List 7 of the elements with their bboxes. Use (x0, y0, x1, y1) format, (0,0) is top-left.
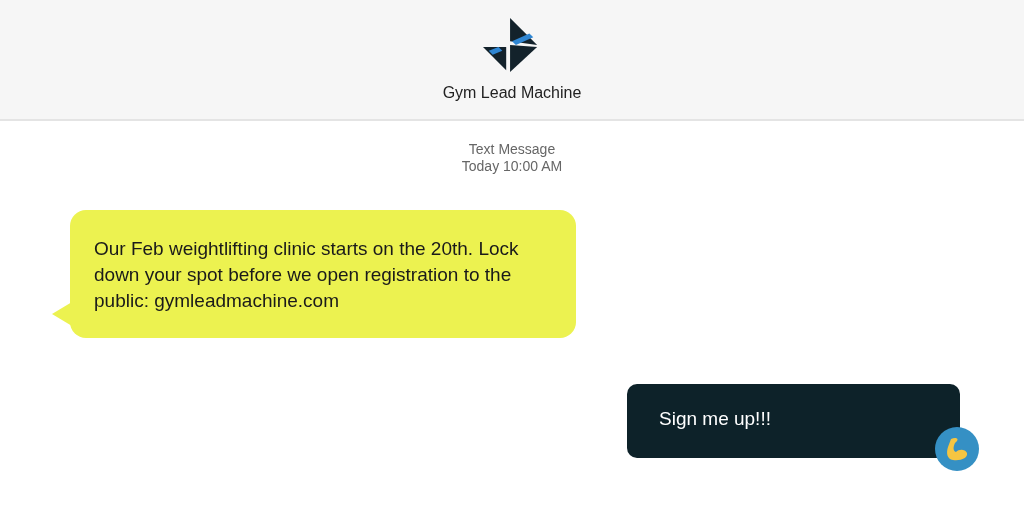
timestamp: Today 10:00 AM (461, 158, 563, 175)
app-title: Gym Lead Machine (442, 84, 582, 102)
flexed-arm-avatar-icon (935, 427, 979, 471)
message-type-label: Text Message (468, 141, 556, 158)
bubble-tail (52, 302, 72, 326)
outgoing-message-bubble: Sign me up!!! (627, 384, 960, 458)
incoming-message-bubble: Our Feb weightlifting clinic starts on the 20th. Lock down your spot before we open registration to the public: gymleadmachine.com (70, 210, 576, 338)
